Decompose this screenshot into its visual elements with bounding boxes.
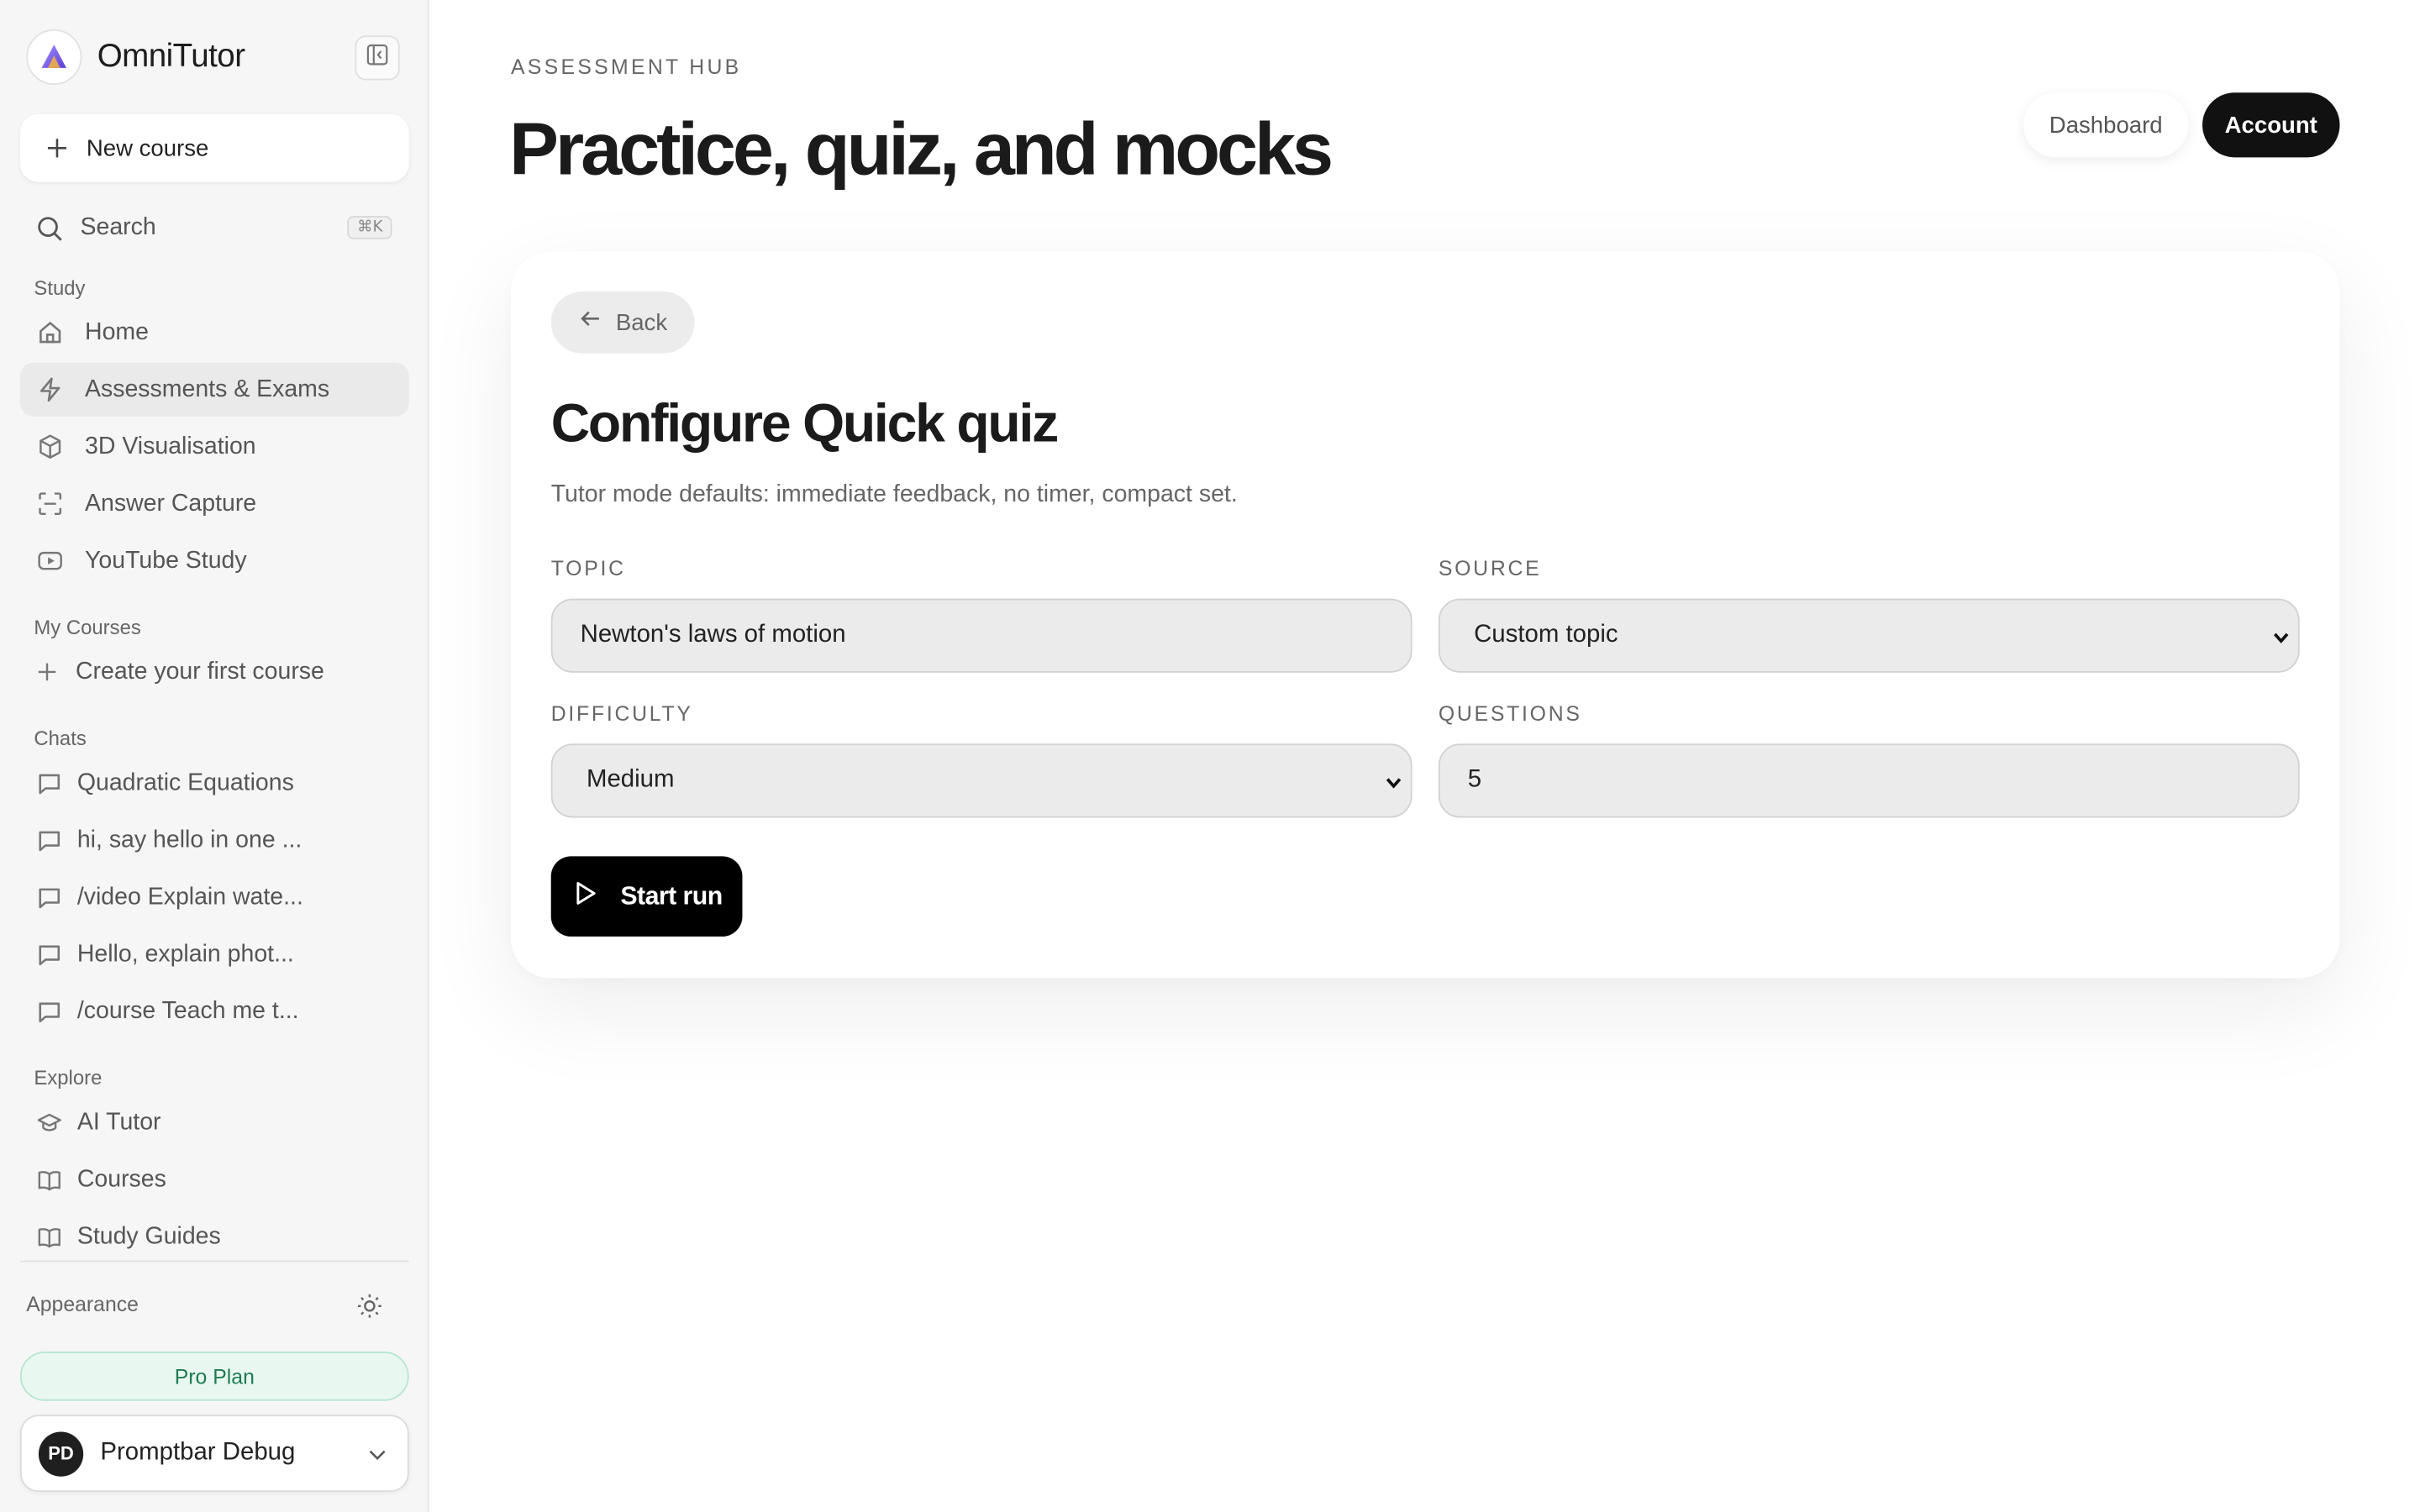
youtube-icon [37,548,63,574]
nav-item-assessments[interactable]: Assessments & Exams [19,362,409,417]
nav-label: 3D Visualisation [85,433,256,459]
page-title: Practice, quiz, and mocks [509,109,1334,192]
new-course-button[interactable]: New course [19,113,409,182]
nav-item-youtube-study[interactable]: YouTube Study [20,534,409,588]
user-menu-button[interactable]: PD Promptbar Debug [19,1415,409,1493]
chat-label: Quadratic Equations [76,769,294,795]
chat-item[interactable]: Quadratic Equations [20,756,409,810]
chat-item[interactable]: hi, say hello in one ... [20,813,409,867]
nav-label: AI Tutor [76,1108,161,1135]
logo-icon [26,29,82,86]
sidebar-divider [19,1260,409,1263]
search-shortcut: ⌘K [348,216,392,239]
chat-bubble-icon [37,827,61,852]
sun-icon [356,1294,382,1326]
dashboard-button[interactable]: Dashboard [2023,92,2189,158]
chat-item[interactable]: Hello, explain phot... [20,927,409,981]
start-run-label: Start run [620,881,723,910]
source-value: Custom topic [1474,622,1618,648]
nav-label: Study Guides [76,1222,221,1249]
play-icon [574,880,597,913]
chat-label: /video Explain wate... [76,883,303,910]
section-explore: Explore [34,1066,103,1089]
chat-item[interactable]: /video Explain wate... [20,870,409,924]
start-run-button[interactable]: Start run [550,856,743,937]
nav-label: Courses [76,1165,166,1192]
nav-item-courses[interactable]: Courses [20,1152,409,1206]
chevron-down-icon [1383,771,1405,801]
nav-label: Home [85,318,149,345]
section-my-courses: My Courses [34,615,141,639]
source-select[interactable]: Custom topic [1438,598,2300,673]
create-first-course-button[interactable]: Create your first course [20,645,409,699]
page-eyebrow: ASSESSMENT HUB [510,55,742,79]
nav-item-home[interactable]: Home [20,306,409,360]
arrow-left-icon [579,307,602,339]
app-name: OmniTutor [97,38,245,75]
topic-label: TOPIC [550,557,626,580]
book-icon [37,1224,61,1248]
chat-bubble-icon [37,942,61,966]
chevron-down-icon [367,1444,387,1472]
nav-item-study-guides[interactable]: Study Guides [20,1210,409,1263]
search-label: Search [80,214,156,241]
avatar: PD [38,1431,84,1476]
difficulty-select[interactable]: Medium [550,743,1413,818]
home-icon [37,319,63,345]
nav-label: Assessments & Exams [85,375,330,402]
chevron-down-icon [2270,627,2292,656]
nav-label: YouTube Study [85,547,247,574]
chat-bubble-icon [37,885,61,909]
graduation-cap-icon [37,1110,61,1135]
difficulty-label: DIFFICULTY [550,701,693,726]
chat-label: Hello, explain phot... [76,940,294,967]
lightning-icon [37,376,63,402]
search-icon [37,215,63,241]
chat-label: hi, say hello in one ... [76,826,302,853]
back-button[interactable]: Back [550,291,695,354]
questions-input[interactable]: 5 [1438,743,2300,818]
cube-icon [37,433,63,459]
pro-plan-badge[interactable]: Pro Plan [19,1351,409,1401]
back-label: Back [615,309,668,336]
search-button[interactable]: Search ⌘K [20,199,409,258]
card-subtitle: Tutor mode defaults: immediate feedback,… [550,481,1238,508]
appearance-label: Appearance [26,1293,139,1316]
nav-label: Create your first course [76,658,324,685]
sidebar-collapse-icon [366,43,389,74]
chat-bubble-icon [37,999,61,1023]
brand[interactable]: OmniTutor [26,29,245,86]
nav-label: Answer Capture [85,490,257,517]
account-button[interactable]: Account [2202,92,2340,158]
questions-label: QUESTIONS [1438,701,1582,726]
section-chats: Chats [34,727,87,750]
chat-label: /course Teach me t... [76,997,299,1024]
nav-item-3d-visualisation[interactable]: 3D Visualisation [20,420,409,474]
section-study: Study [34,276,86,300]
questions-value: 5 [1467,766,1482,794]
card-title: Configure Quick quiz [550,393,1060,454]
theme-toggle-button[interactable] [356,1293,382,1326]
user-name: Promptbar Debug [100,1439,296,1466]
nav-item-answer-capture[interactable]: Answer Capture [20,477,409,531]
collapse-sidebar-button[interactable] [355,35,400,81]
plus-icon [37,662,57,682]
topic-value: Newton's laws of motion [580,622,846,648]
nav-item-ai-tutor[interactable]: AI Tutor [20,1095,409,1149]
sidebar: OmniTutor New course Search ⌘K Study Hom… [0,0,429,1512]
quiz-config-card: Back Configure Quick quiz Tutor mode def… [510,251,2340,979]
chat-bubble-icon [37,770,61,795]
chat-item[interactable]: /course Teach me t... [20,984,409,1038]
book-icon [37,1167,61,1191]
scan-icon [37,491,63,517]
new-course-label: New course [86,134,209,161]
difficulty-value: Medium [586,766,675,794]
plus-icon [46,137,68,159]
source-label: SOURCE [1438,557,1542,580]
topic-input[interactable]: Newton's laws of motion [550,598,1413,673]
